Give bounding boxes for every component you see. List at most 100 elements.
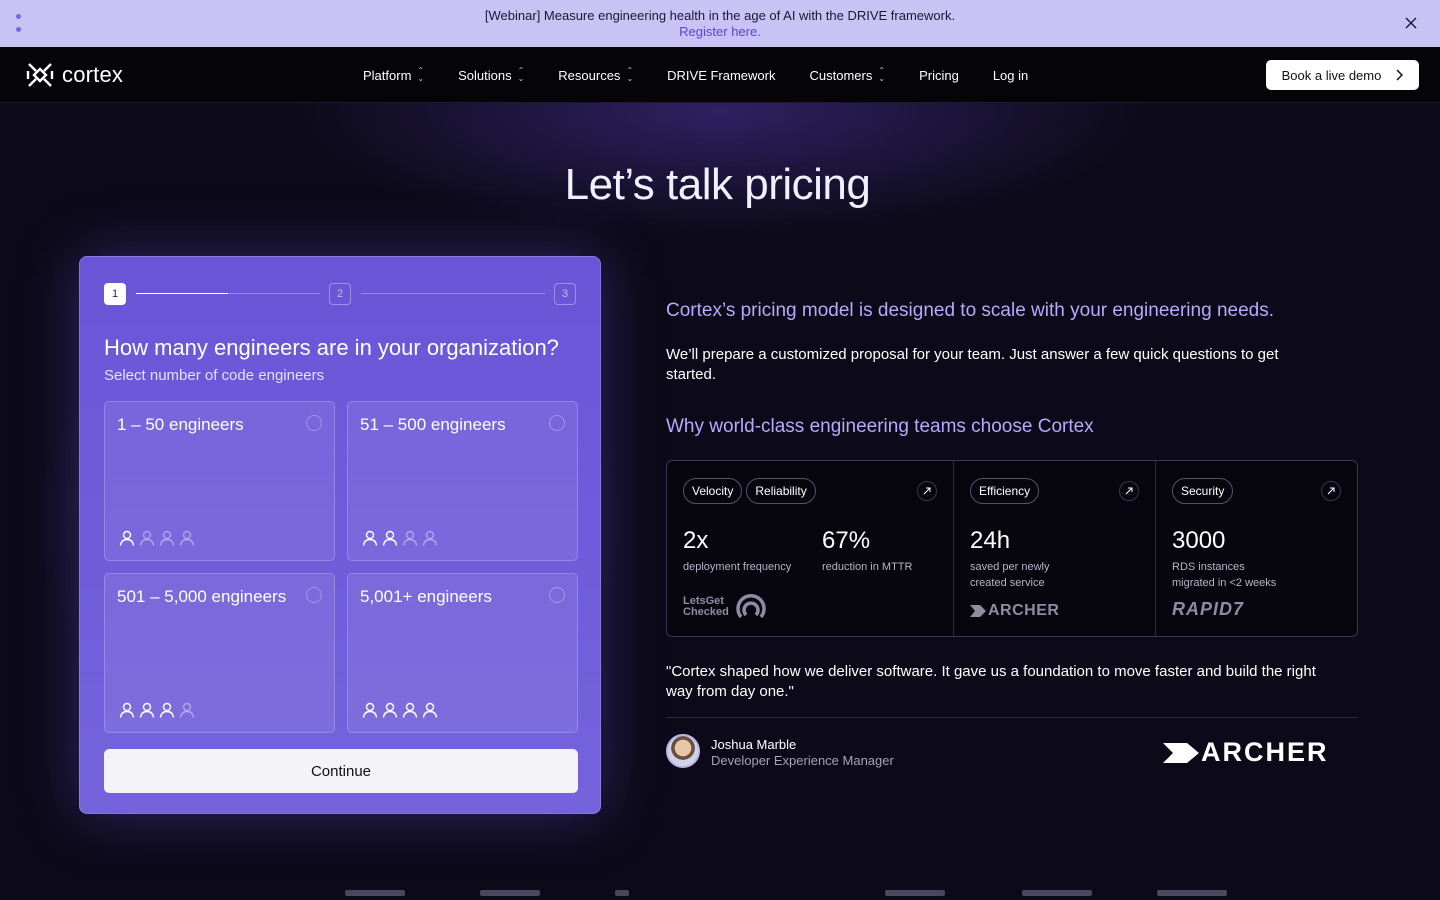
nav-solutions[interactable]: Solutions ⌃ ⌄ bbox=[458, 67, 524, 83]
people-icons bbox=[362, 530, 438, 546]
pricing-form-card: 1 2 3 How many engineers are in your org… bbox=[79, 256, 601, 814]
tag-velocity: Velocity bbox=[683, 478, 743, 504]
customer-logo-strip bbox=[0, 890, 1440, 900]
option-5001-plus[interactable]: 5,001+ engineers bbox=[347, 573, 578, 733]
nav-platform[interactable]: Platform ⌃ ⌄ bbox=[363, 67, 424, 83]
stats-panel: Velocity Reliability 2x deployment frequ… bbox=[666, 460, 1358, 637]
metric-value: 67% bbox=[822, 527, 871, 554]
letsgetchecked-logo: LetsGet Checked bbox=[683, 591, 767, 623]
main-menu: Platform ⌃ ⌄ Solutions ⌃ ⌄ Resources ⌃ ⌄ DR… bbox=[363, 47, 1062, 103]
person-icon bbox=[179, 530, 195, 546]
person-icon bbox=[179, 702, 195, 718]
banner-text: [Webinar] Measure engineering health in … bbox=[484, 7, 956, 23]
person-icon bbox=[422, 702, 438, 718]
person-icon bbox=[362, 702, 378, 718]
pricing-lead: Cortex’s pricing model is designed to sc… bbox=[666, 300, 1274, 321]
metric-label-1: RDS instances bbox=[1172, 561, 1245, 573]
tag-efficiency: Efficiency bbox=[970, 478, 1040, 504]
metric-value: 24h bbox=[970, 527, 1011, 554]
nav-resources-label: Resources bbox=[558, 67, 621, 83]
close-icon[interactable] bbox=[1402, 14, 1420, 32]
tag-security: Security bbox=[1172, 478, 1234, 504]
nav-pricing[interactable]: Pricing bbox=[919, 68, 959, 83]
person-icon bbox=[159, 530, 175, 546]
nav-platform-label: Platform bbox=[363, 67, 412, 83]
chevron-updown-icon: ⌃ ⌄ bbox=[417, 66, 425, 83]
option-501-5000[interactable]: 501 – 5,000 engineers bbox=[104, 573, 335, 733]
pricing-description: We’ll prepare a customized proposal for … bbox=[666, 346, 1279, 383]
person-icon bbox=[139, 530, 155, 546]
person-icon bbox=[139, 702, 155, 718]
nav-drive-label: DRIVE Framework bbox=[667, 67, 776, 83]
person-icon bbox=[159, 702, 175, 718]
person-icon bbox=[382, 530, 398, 546]
metric-value: 3000 bbox=[1172, 527, 1226, 554]
step-1[interactable]: 1 bbox=[104, 283, 126, 305]
form-subtitle: Select number of code engineers bbox=[104, 367, 325, 384]
metric-label-2: migrated in <2 weeks bbox=[1172, 577, 1277, 589]
testimonial-role: Developer Experience Manager bbox=[711, 753, 894, 768]
rapid7-logo: RAPID7 bbox=[1172, 599, 1245, 619]
cortex-logo[interactable]: cortex bbox=[26, 60, 123, 90]
step-progress-line bbox=[136, 293, 320, 294]
person-icon bbox=[119, 530, 135, 546]
external-arrow-icon[interactable] bbox=[917, 481, 937, 501]
option-label: 5,001+ engineers bbox=[360, 587, 492, 606]
book-demo-label: Book a live demo bbox=[1281, 67, 1382, 83]
person-icon bbox=[402, 530, 418, 546]
radio-button[interactable] bbox=[549, 587, 565, 603]
archer-company-logo: ARCHER bbox=[1163, 737, 1329, 768]
metric-label-1: saved per newly bbox=[970, 561, 1050, 573]
stat-card-velocity[interactable]: Velocity Reliability 2x deployment frequ… bbox=[667, 461, 953, 636]
external-arrow-icon[interactable] bbox=[1321, 481, 1341, 501]
why-title: Why world-class engineering teams choose… bbox=[666, 416, 1094, 437]
logo-line2: Checked bbox=[683, 606, 729, 618]
form-stepper: 1 2 3 bbox=[104, 283, 578, 305]
radio-button[interactable] bbox=[306, 415, 322, 431]
radio-button[interactable] bbox=[306, 587, 322, 603]
nav-pricing-label: Pricing bbox=[919, 67, 959, 83]
stat-card-security[interactable]: Security 3000 RDS instances migrated in … bbox=[1155, 461, 1357, 636]
form-question: How many engineers are in your organizat… bbox=[104, 335, 559, 360]
people-icons bbox=[119, 702, 195, 718]
option-label: 1 – 50 engineers bbox=[117, 415, 244, 434]
testimonial-quote: "Cortex shaped how we deliver software. … bbox=[666, 663, 1316, 700]
person-icon bbox=[422, 530, 438, 546]
continue-button[interactable]: Continue bbox=[104, 749, 578, 793]
option-51-500[interactable]: 51 – 500 engineers bbox=[347, 401, 578, 561]
archer-company-logo-text: ARCHER bbox=[1201, 737, 1329, 767]
step-3[interactable]: 3 bbox=[554, 283, 576, 305]
option-1-50[interactable]: 1 – 50 engineers bbox=[104, 401, 335, 561]
banner-register-link[interactable]: Register here. bbox=[679, 24, 761, 40]
person-icon bbox=[362, 530, 378, 546]
testimonial-author: Joshua Marble bbox=[711, 737, 797, 752]
chevron-updown-icon: ⌃ ⌄ bbox=[626, 66, 634, 83]
top-navigation: cortex Platform ⌃ ⌄ Solutions ⌃ ⌄ Resource… bbox=[0, 47, 1440, 103]
divider bbox=[666, 717, 1358, 718]
metric-label-2: created service bbox=[970, 577, 1045, 589]
metric-label: deployment frequency bbox=[683, 561, 792, 573]
tag-reliability: Reliability bbox=[746, 478, 816, 504]
people-icons bbox=[362, 702, 438, 718]
book-demo-button[interactable]: Book a live demo bbox=[1266, 60, 1419, 90]
nav-log-in[interactable]: Log in bbox=[993, 68, 1028, 83]
nav-login-label: Log in bbox=[992, 67, 1029, 83]
drag-dots-icon bbox=[15, 14, 21, 32]
nav-customers[interactable]: Customers ⌃ ⌄ bbox=[810, 67, 886, 83]
archer-mark-icon bbox=[970, 605, 986, 617]
letsgetchecked-mark-icon bbox=[736, 593, 766, 619]
nav-drive-framework[interactable]: DRIVE Framework bbox=[667, 68, 775, 83]
stat-card-efficiency[interactable]: Efficiency 24h saved per newly created s… bbox=[953, 461, 1155, 636]
step-line-2 bbox=[361, 293, 545, 294]
metric-value: 2x bbox=[683, 527, 709, 554]
external-arrow-icon[interactable] bbox=[1119, 481, 1139, 501]
chevron-updown-icon: ⌃ ⌄ bbox=[517, 66, 525, 83]
archer-logo-text: ARCHER bbox=[988, 602, 1060, 619]
nav-resources[interactable]: Resources ⌃ ⌄ bbox=[558, 67, 633, 83]
step-2[interactable]: 2 bbox=[329, 283, 351, 305]
avatar bbox=[666, 734, 700, 768]
option-label: 51 – 500 engineers bbox=[360, 415, 506, 434]
archer-logo: ARCHER bbox=[970, 602, 1059, 620]
radio-button[interactable] bbox=[549, 415, 565, 431]
option-label: 501 – 5,000 engineers bbox=[117, 587, 287, 606]
